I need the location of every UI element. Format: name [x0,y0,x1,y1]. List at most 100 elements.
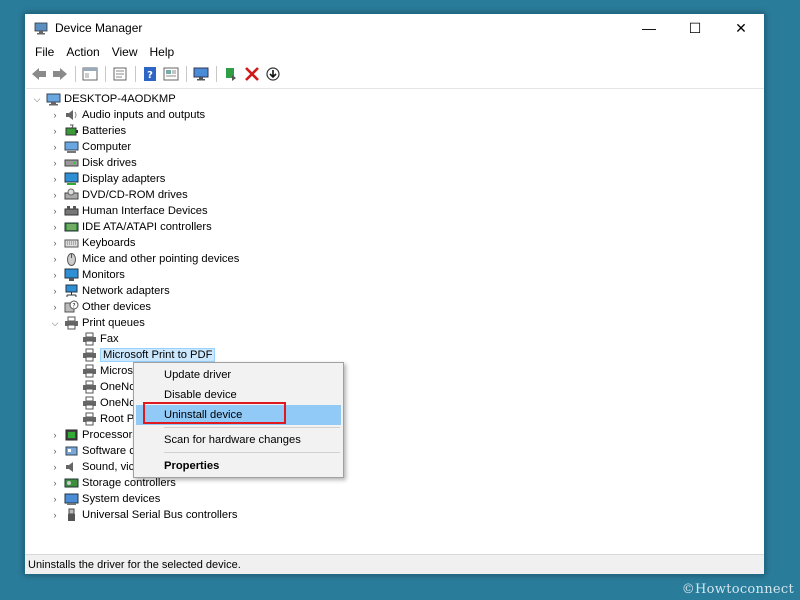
tree-category[interactable]: › IDE ATA/ATAPI controllers [50,219,212,235]
uninstall-icon[interactable] [242,64,262,84]
tree-category-label: Storage controllers [82,477,176,489]
chevron-right-icon[interactable]: › [50,235,60,251]
tree-category[interactable]: › Software c [50,443,135,459]
status-bar: Uninstalls the driver for the selected d… [25,554,764,574]
tree-category[interactable]: › Network adapters [50,283,170,299]
tree-category-label: Software c [82,445,135,457]
tree-category-expanded[interactable]: ⌵ Print queues [50,315,145,331]
device-manager-window: Device Manager — ☐ ✕ File Action View He… [24,13,765,575]
close-button[interactable]: ✕ [718,14,764,42]
tree-category[interactable]: › Audio inputs and outputs [50,107,206,123]
forward-icon[interactable] [50,64,70,84]
chevron-right-icon[interactable]: › [50,139,60,155]
device-tree[interactable]: ⌵ DESKTOP-4AODKMP › Audio inputs and out… [26,88,764,555]
chevron-right-icon[interactable]: › [50,107,60,123]
help-icon[interactable]: ? [140,64,160,84]
chevron-right-icon[interactable]: › [50,459,60,475]
tree-category[interactable]: › Human Interface Devices [50,203,208,219]
minimize-button[interactable]: — [626,14,672,42]
speaker-icon [64,460,79,474]
tree-child-selected[interactable]: Microsoft Print to PDF [78,347,216,363]
menu-action[interactable]: Action [60,42,105,62]
tree-child-label: Fax [100,333,119,345]
back-icon[interactable] [29,64,49,84]
tree-category[interactable]: › Sound, vic [50,459,135,475]
tree-category[interactable]: › Batteries [50,123,126,139]
view-icon[interactable] [161,64,181,84]
toolbar: ? [25,63,764,85]
tree-category[interactable]: › Display adapters [50,171,165,187]
chevron-right-icon[interactable]: › [50,283,60,299]
tree-category[interactable]: › Monitors [50,267,125,283]
tree-category[interactable]: › Keyboards [50,235,136,251]
printer-icon [82,348,97,362]
chevron-right-icon[interactable]: › [50,491,60,507]
tree-root[interactable]: ⌵ DESKTOP-4AODKMP [32,91,176,107]
maximize-button[interactable]: ☐ [672,14,718,42]
tree-root-label: DESKTOP-4AODKMP [64,93,176,105]
chevron-right-icon[interactable]: › [50,219,60,235]
disk-drive-icon [64,156,79,170]
chevron-right-icon[interactable]: › [50,155,60,171]
chevron-down-icon[interactable]: ⌵ [50,315,60,331]
mouse-icon [64,252,79,266]
toolbar-separator [216,66,217,82]
enable-device-icon[interactable] [221,64,241,84]
menu-view[interactable]: View [106,42,144,62]
chevron-right-icon[interactable]: › [50,443,60,459]
tree-category-label: Mice and other pointing devices [82,253,240,265]
properties-icon[interactable] [110,64,130,84]
chevron-right-icon[interactable]: › [50,251,60,267]
tree-category[interactable]: › Computer [50,139,131,155]
tree-category[interactable]: › Mice and other pointing devices [50,251,239,267]
update-driver-menu-item[interactable]: Update driver [136,365,341,385]
software-component-icon [64,444,79,458]
tree-category-label: Disk drives [82,157,137,169]
tree-category-label: Monitors [82,269,125,281]
chevron-down-icon[interactable]: ⌵ [32,91,42,107]
tree-child[interactable]: Fax [78,331,119,347]
network-adapter-icon [64,284,79,298]
printer-icon [82,380,97,394]
tree-child[interactable]: OneNo [78,379,135,395]
toolbar-separator [105,66,106,82]
menu-separator [164,427,340,428]
tree-category[interactable]: › Disk drives [50,155,137,171]
chevron-right-icon[interactable]: › [50,475,60,491]
chevron-right-icon[interactable]: › [50,299,60,315]
menu-file[interactable]: File [29,42,60,62]
window-title: Device Manager [55,21,143,35]
tree-category[interactable]: › Universal Serial Bus controllers [50,507,237,523]
tree-child-label: OneNo [100,381,136,393]
tree-child[interactable]: Root P [78,411,134,427]
update-driver-icon[interactable] [263,64,283,84]
tree-category-label: Human Interface Devices [82,205,208,217]
chevron-right-icon[interactable]: › [50,267,60,283]
tree-child[interactable]: Micros [78,363,133,379]
scan-hardware-menu-item[interactable]: Scan for hardware changes [136,430,341,450]
monitor-scan-icon[interactable] [191,64,211,84]
tree-category[interactable]: › Processors [50,427,138,443]
hid-icon [64,204,79,218]
menu-help[interactable]: Help [144,42,181,62]
ide-controller-icon [64,220,79,234]
tree-category[interactable]: › ? Other devices [50,299,151,315]
tree-category[interactable]: › System devices [50,491,160,507]
show-hide-icon[interactable] [80,64,100,84]
tree-category[interactable]: › DVD/CD-ROM drives [50,187,188,203]
title-bar[interactable]: Device Manager — ☐ ✕ [25,14,764,42]
chevron-right-icon[interactable]: › [50,123,60,139]
chevron-right-icon[interactable]: › [50,203,60,219]
processor-icon [64,428,79,442]
chevron-right-icon[interactable]: › [50,507,60,523]
monitor-icon [64,268,79,282]
printer-icon [82,364,97,378]
chevron-right-icon[interactable]: › [50,187,60,203]
printer-icon [82,332,97,346]
properties-menu-item[interactable]: Properties [136,456,341,476]
system-devices-icon [64,492,79,506]
svg-text:?: ? [147,70,153,81]
chevron-right-icon[interactable]: › [50,427,60,443]
chevron-right-icon[interactable]: › [50,171,60,187]
tree-child[interactable]: OneNo [78,395,135,411]
